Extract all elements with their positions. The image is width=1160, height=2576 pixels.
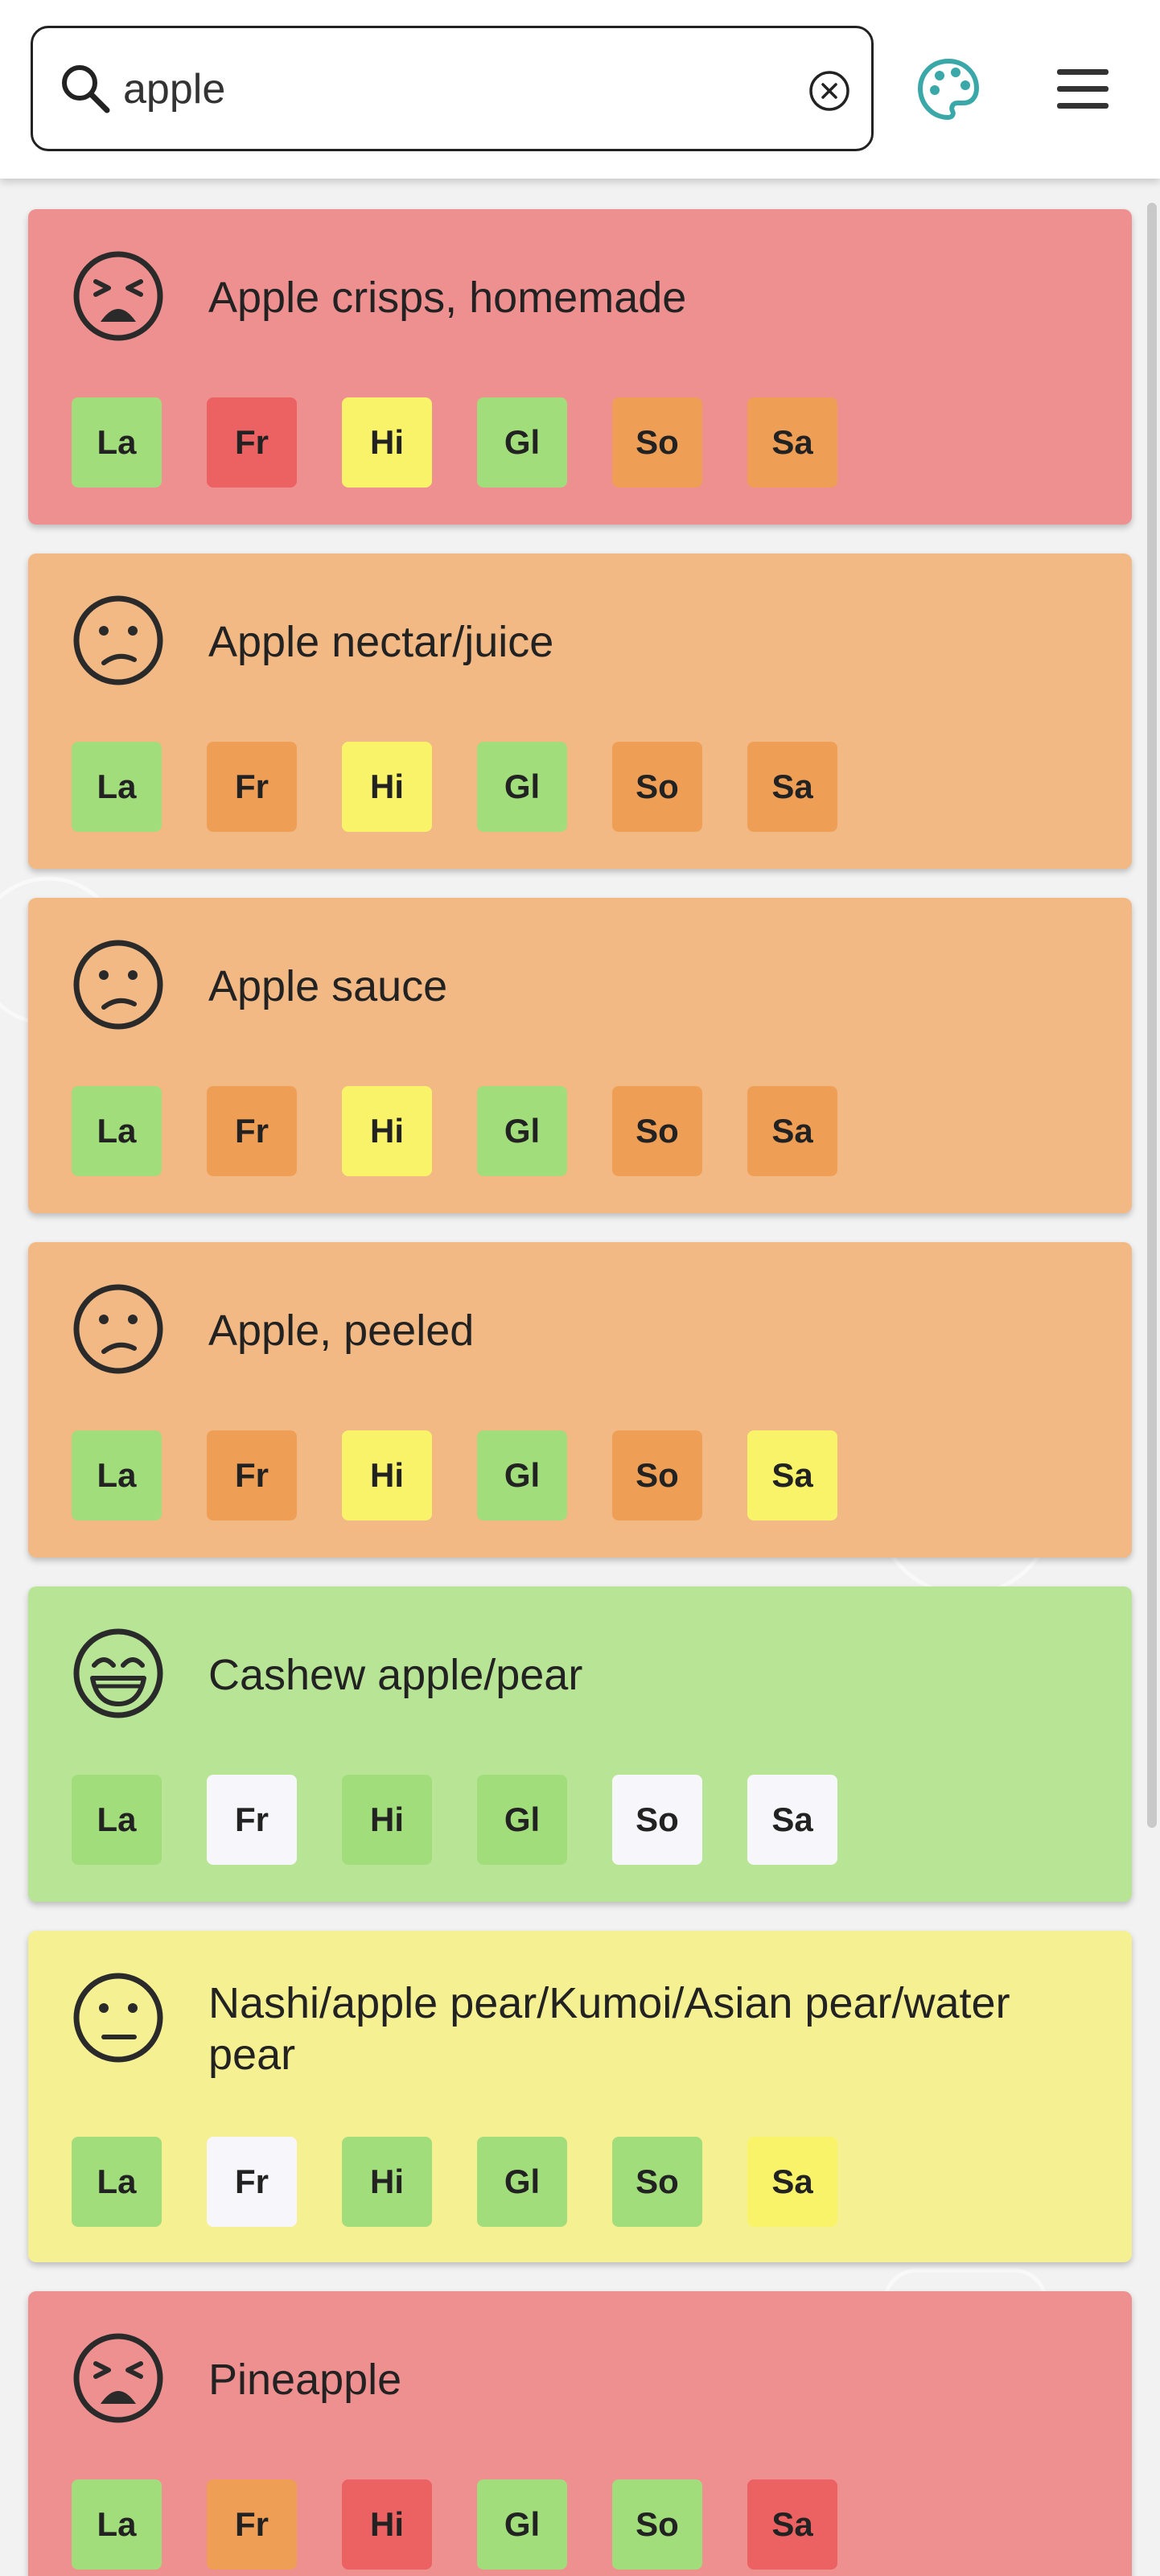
- food-name: Apple, peeled: [208, 1307, 475, 1355]
- tag-gl[interactable]: Gl: [477, 397, 567, 488]
- top-app-bar: [0, 0, 1160, 179]
- tag-la[interactable]: La: [72, 1086, 162, 1176]
- food-card[interactable]: Nashi/apple pear/Kumoi/Asian pear/water …: [28, 1931, 1132, 2262]
- tag-fr[interactable]: Fr: [207, 397, 297, 488]
- grinning-face-icon: [73, 1628, 163, 1718]
- tag-la[interactable]: La: [72, 1430, 162, 1520]
- search-icon: [62, 65, 110, 113]
- tag-sa[interactable]: Sa: [747, 1430, 837, 1520]
- tag-la[interactable]: La: [72, 2479, 162, 2570]
- tag-fr[interactable]: Fr: [207, 1775, 297, 1865]
- tag-sa[interactable]: Sa: [747, 1775, 837, 1865]
- tag-fr[interactable]: Fr: [207, 742, 297, 832]
- tired-face-icon: [73, 251, 163, 341]
- clear-icon[interactable]: [807, 68, 852, 113]
- tag-fr[interactable]: Fr: [207, 1086, 297, 1176]
- confused-face-icon: [73, 595, 163, 685]
- tag-sa[interactable]: Sa: [747, 742, 837, 832]
- food-name: Cashew apple/pear: [208, 1651, 583, 1699]
- tag-hi[interactable]: Hi: [342, 1086, 432, 1176]
- tag-hi[interactable]: Hi: [342, 2479, 432, 2570]
- tag-so[interactable]: So: [612, 1086, 702, 1176]
- tag-so[interactable]: So: [612, 2479, 702, 2570]
- tag-sa[interactable]: Sa: [747, 2479, 837, 2570]
- food-name: Apple sauce: [208, 962, 448, 1010]
- tag-sa[interactable]: Sa: [747, 397, 837, 488]
- tag-hi[interactable]: Hi: [342, 1775, 432, 1865]
- tag-sa[interactable]: Sa: [747, 2137, 837, 2227]
- tag-la[interactable]: La: [72, 1775, 162, 1865]
- food-name: Pineapple: [208, 2356, 402, 2404]
- tag-la[interactable]: La: [72, 742, 162, 832]
- tag-hi[interactable]: Hi: [342, 1430, 432, 1520]
- tag-sa[interactable]: Sa: [747, 1086, 837, 1176]
- confused-face-icon: [73, 940, 163, 1030]
- tag-so[interactable]: So: [612, 2137, 702, 2227]
- tag-gl[interactable]: Gl: [477, 1430, 567, 1520]
- tag-gl[interactable]: Gl: [477, 742, 567, 832]
- tag-la[interactable]: La: [72, 397, 162, 488]
- hamburger-menu-icon[interactable]: [1054, 64, 1112, 114]
- food-results-list[interactable]: Apple crisps, homemade La Fr Hi Gl So Sa Apple …: [0, 179, 1160, 2576]
- palette-icon[interactable]: [915, 56, 981, 122]
- scrollbar[interactable]: [1147, 203, 1157, 1828]
- search-input[interactable]: [123, 57, 799, 121]
- tag-fr[interactable]: Fr: [207, 2479, 297, 2570]
- food-card[interactable]: Cashew apple/pear La Fr Hi Gl So Sa: [28, 1586, 1132, 1902]
- food-card[interactable]: Apple crisps, homemade La Fr Hi Gl So Sa: [28, 209, 1132, 525]
- tag-so[interactable]: So: [612, 742, 702, 832]
- food-card[interactable]: Apple, peeled La Fr Hi Gl So Sa: [28, 1242, 1132, 1558]
- food-card[interactable]: Pineapple La Fr Hi Gl So Sa: [28, 2291, 1132, 2576]
- tag-gl[interactable]: Gl: [477, 2137, 567, 2227]
- tag-so[interactable]: So: [612, 1430, 702, 1520]
- tag-hi[interactable]: Hi: [342, 2137, 432, 2227]
- confused-face-icon: [73, 1284, 163, 1374]
- food-name: Apple nectar/juice: [208, 618, 554, 666]
- tired-face-icon: [73, 2333, 163, 2423]
- tag-so[interactable]: So: [612, 1775, 702, 1865]
- tag-la[interactable]: La: [72, 2137, 162, 2227]
- tag-fr[interactable]: Fr: [207, 2137, 297, 2227]
- food-name: Nashi/apple pear/Kumoi/Asian pear/water …: [208, 1979, 1010, 2079]
- neutral-face-icon: [73, 1973, 163, 2063]
- tag-hi[interactable]: Hi: [342, 397, 432, 488]
- food-card[interactable]: Apple sauce La Fr Hi Gl So Sa: [28, 898, 1132, 1213]
- search-field[interactable]: [31, 26, 874, 151]
- tag-fr[interactable]: Fr: [207, 1430, 297, 1520]
- tag-hi[interactable]: Hi: [342, 742, 432, 832]
- tag-gl[interactable]: Gl: [477, 1775, 567, 1865]
- tag-gl[interactable]: Gl: [477, 2479, 567, 2570]
- tag-so[interactable]: So: [612, 397, 702, 488]
- food-name: Apple crisps, homemade: [208, 274, 687, 322]
- food-card[interactable]: Apple nectar/juice La Fr Hi Gl So Sa: [28, 553, 1132, 869]
- tag-gl[interactable]: Gl: [477, 1086, 567, 1176]
